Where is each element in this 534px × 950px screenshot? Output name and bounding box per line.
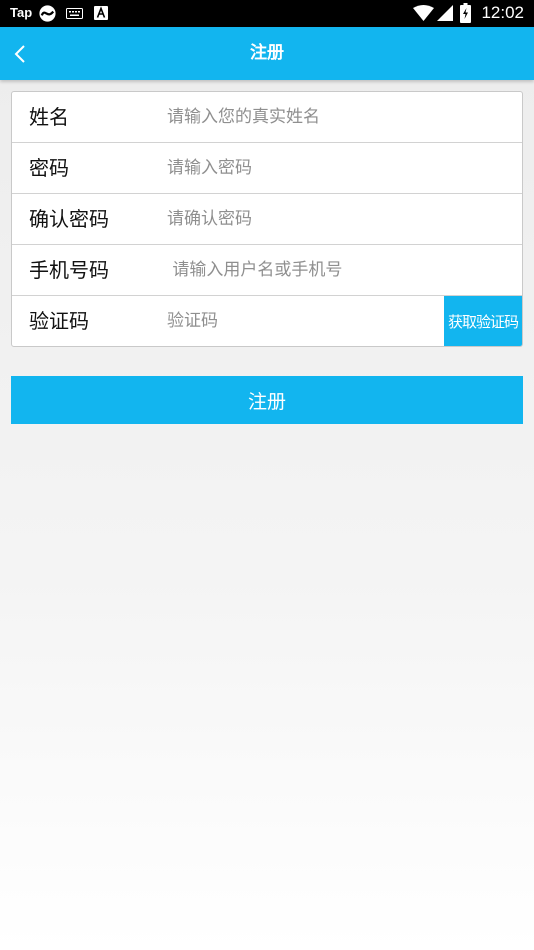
verification-code-row: 验证码 获取验证码	[12, 296, 522, 346]
back-button[interactable]	[0, 27, 40, 80]
tap-app-label: Tap	[10, 5, 33, 20]
snake-icon	[39, 5, 56, 22]
password-label: 密码	[29, 156, 69, 180]
chevron-left-icon	[14, 44, 25, 63]
password-row: 密码	[12, 143, 522, 194]
keyboard-icon	[66, 8, 83, 19]
status-time: 12:02	[481, 3, 524, 22]
verification-code-input[interactable]	[167, 296, 437, 346]
page-title: 注册	[250, 43, 284, 63]
phone-input[interactable]	[167, 245, 447, 295]
a-icon	[94, 6, 108, 20]
register-form: 姓名 密码 确认密码 手机号码 验证码 获取验证码	[11, 91, 523, 347]
register-button[interactable]: 注册	[11, 376, 523, 424]
verification-code-label: 验证码	[29, 309, 89, 333]
get-code-button[interactable]: 获取验证码	[444, 296, 522, 346]
status-bar: Tap 12:02	[0, 0, 534, 27]
phone-label: 手机号码	[29, 258, 109, 282]
name-input[interactable]	[167, 92, 447, 142]
battery-icon	[460, 3, 471, 23]
name-row: 姓名	[12, 92, 522, 143]
app-bar: 注册	[0, 27, 534, 80]
name-label: 姓名	[29, 105, 69, 129]
phone-row: 手机号码	[12, 245, 522, 296]
confirm-password-row: 确认密码	[12, 194, 522, 245]
confirm-password-label: 确认密码	[29, 207, 109, 231]
password-input[interactable]	[167, 143, 447, 193]
signal-icon	[437, 5, 453, 21]
wifi-icon	[413, 5, 434, 21]
confirm-password-input[interactable]	[167, 194, 447, 244]
